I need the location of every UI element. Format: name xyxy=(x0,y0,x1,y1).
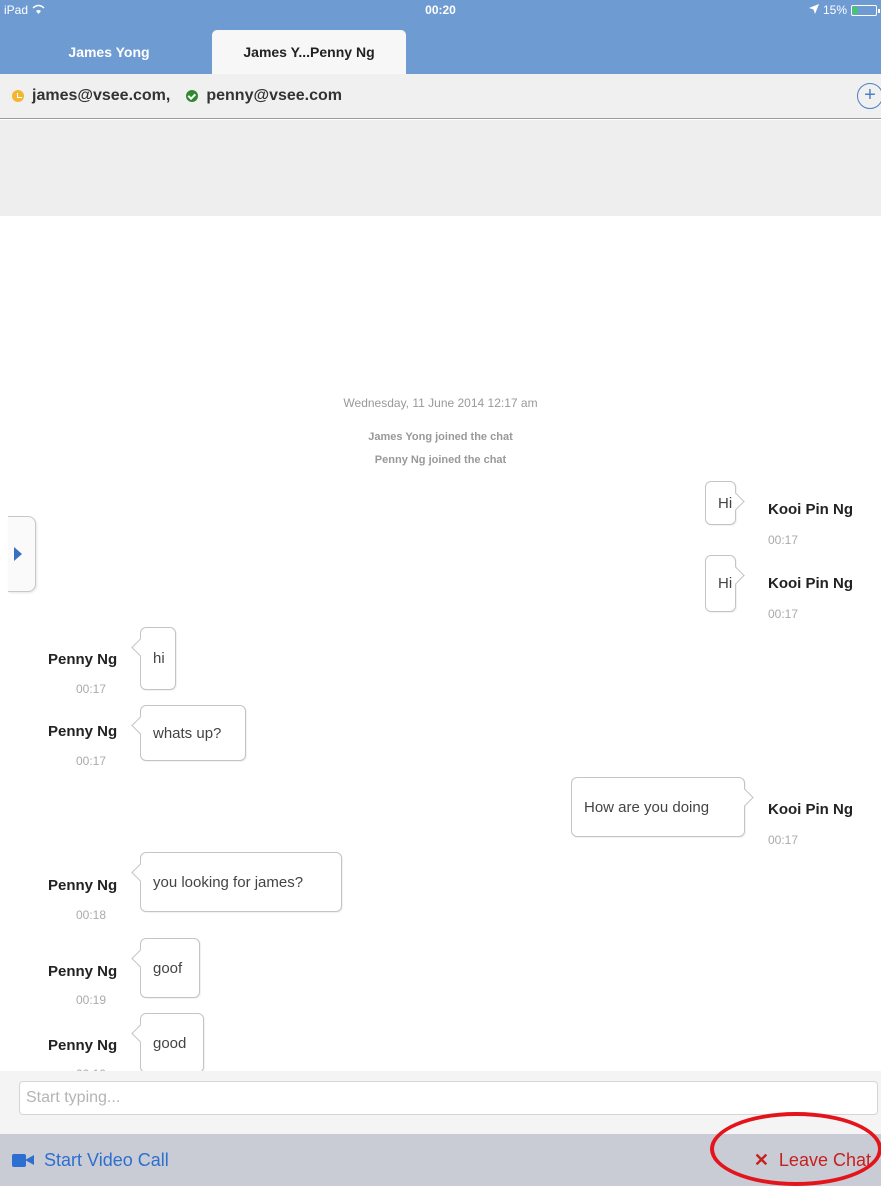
close-icon: ✕ xyxy=(753,1149,769,1170)
start-video-call-button[interactable]: Start Video Call xyxy=(12,1134,169,1186)
add-participant-icon[interactable]: + xyxy=(857,83,881,109)
start-video-call-label: Start Video Call xyxy=(44,1149,169,1170)
composer-area xyxy=(0,1071,881,1134)
chat-transcript[interactable]: Wednesday, 11 June 2014 12:17 am James Y… xyxy=(0,216,881,1112)
message-bubble: whats up? xyxy=(140,705,246,761)
message-time: 00:17 xyxy=(768,533,799,547)
message-sender: Kooi Pin Ng xyxy=(768,501,853,518)
tab-james-yong[interactable]: James Yong xyxy=(14,30,204,74)
message-bubble: good xyxy=(140,1013,204,1073)
tab-group-chat[interactable]: James Y...Penny Ng xyxy=(212,30,406,74)
message-time: 00:17 xyxy=(76,754,107,768)
message-bubble: hi xyxy=(140,627,176,690)
away-status-icon xyxy=(12,90,24,102)
status-right: 15% xyxy=(808,3,880,17)
message-sender: Penny Ng xyxy=(48,963,118,980)
message-time: 00:17 xyxy=(768,833,799,847)
message-time: 00:18 xyxy=(76,908,107,922)
battery-icon xyxy=(851,4,880,16)
participant-james[interactable]: james@vsee.com, xyxy=(12,87,170,105)
message-bubble: goof xyxy=(140,938,200,998)
video-camera-icon xyxy=(12,1153,34,1167)
message-sender: Kooi Pin Ng xyxy=(768,801,853,818)
sidebar-toggle-handle[interactable] xyxy=(8,516,36,592)
system-message: James Yong joined the chat xyxy=(368,431,513,443)
status-bar: iPad 00:20 15% xyxy=(0,0,881,20)
message-bubble: Hi xyxy=(705,555,736,612)
message-time: 00:19 xyxy=(76,993,107,1007)
location-icon xyxy=(808,3,819,17)
message-time: 00:17 xyxy=(768,607,799,621)
participants-bar: james@vsee.com, penny@vsee.com + xyxy=(0,74,881,119)
tab-bar: James Yong James Y...Penny Ng xyxy=(0,20,881,74)
status-time: 00:20 xyxy=(425,3,456,17)
message-bubble: Hi xyxy=(705,481,736,525)
battery-percent: 15% xyxy=(822,3,847,17)
video-area xyxy=(0,120,881,216)
message-sender: Penny Ng xyxy=(48,1037,118,1054)
system-message: Penny Ng joined the chat xyxy=(374,454,507,466)
message-sender: Penny Ng xyxy=(48,651,118,668)
participant-email: penny@vsee.com xyxy=(206,87,343,104)
message-sender: Penny Ng xyxy=(48,877,118,894)
leave-chat-label: Leave Chat xyxy=(778,1149,871,1170)
message-bubble: you looking for james? xyxy=(140,852,342,912)
chat-date: Wednesday, 11 June 2014 12:17 am xyxy=(343,396,538,410)
message-input[interactable] xyxy=(19,1081,878,1115)
participant-penny[interactable]: penny@vsee.com xyxy=(186,87,342,105)
message-sender: Penny Ng xyxy=(48,723,118,740)
participant-email: james@vsee.com, xyxy=(32,87,171,104)
bottom-toolbar: Start Video Call ✕ Leave Chat xyxy=(0,1134,881,1186)
message-time: 00:17 xyxy=(76,682,107,696)
message-bubble: How are you doing xyxy=(571,777,745,837)
leave-chat-button[interactable]: ✕ Leave Chat xyxy=(754,1134,871,1186)
online-status-icon xyxy=(186,90,199,102)
message-sender: Kooi Pin Ng xyxy=(768,575,853,592)
